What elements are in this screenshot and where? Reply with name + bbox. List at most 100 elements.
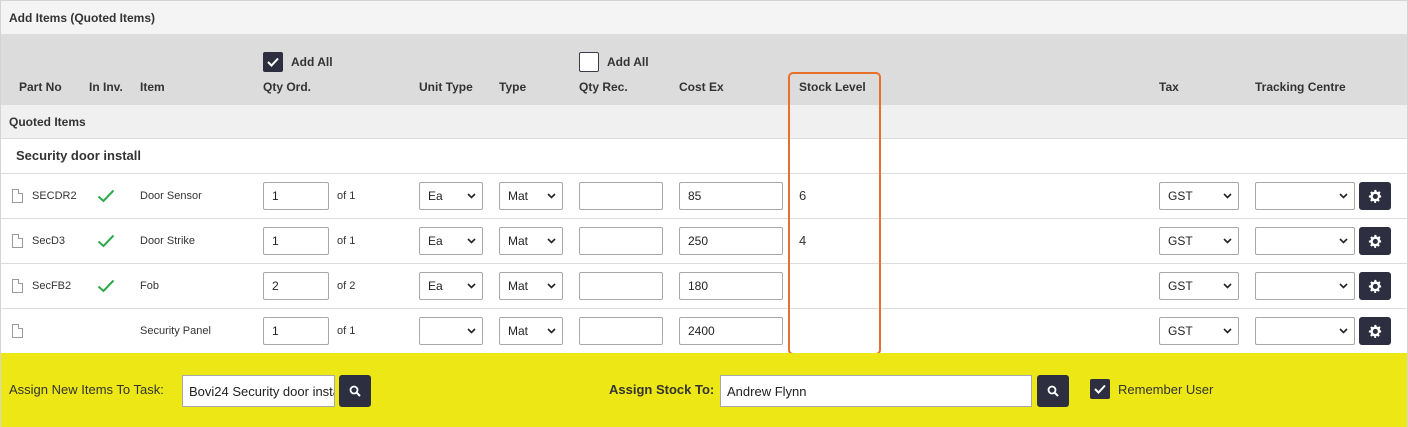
- type-select[interactable]: Mat: [499, 272, 563, 300]
- table-header: Add All Add All Part No In Inv. Item Qty…: [1, 35, 1407, 105]
- add-all-qty-rec-label: Add All: [607, 55, 649, 69]
- row-settings-button[interactable]: [1359, 272, 1391, 300]
- col-cost-ex: Cost Ex: [679, 80, 724, 94]
- unit-type-select[interactable]: Ea: [419, 272, 483, 300]
- type-select[interactable]: Mat: [499, 227, 563, 255]
- footer-bar: Assign New Items To Task: Bovi24 Securit…: [1, 353, 1407, 427]
- chevron-down-icon: [547, 328, 556, 334]
- qty-rec-input[interactable]: [579, 227, 663, 255]
- qty-rec-input[interactable]: [579, 272, 663, 300]
- type-select[interactable]: Mat: [499, 317, 563, 345]
- chevron-down-icon: [547, 283, 556, 289]
- table-row: SECDR2 Door Sensor 1 of 1 Ea Mat 85 6 GST: [1, 174, 1407, 219]
- chevron-down-icon: [1223, 283, 1232, 289]
- tax-select[interactable]: GST: [1159, 227, 1239, 255]
- add-all-qty-ord[interactable]: Add All: [263, 52, 333, 72]
- col-qty-ord: Qty Ord.: [263, 80, 312, 94]
- unit-type-select[interactable]: [419, 317, 483, 345]
- part-doc[interactable]: [12, 219, 23, 263]
- document-icon[interactable]: [12, 189, 23, 203]
- tax-value: GST: [1168, 279, 1193, 293]
- add-all-qty-ord-checkbox[interactable]: [263, 52, 283, 72]
- chevron-down-icon: [467, 193, 476, 199]
- qty-rec-input[interactable]: [579, 317, 663, 345]
- tax-value: GST: [1168, 189, 1193, 203]
- gear-icon: [1368, 189, 1382, 203]
- part-doc[interactable]: [12, 174, 23, 218]
- chevron-down-icon: [1223, 193, 1232, 199]
- add-all-qty-rec[interactable]: Add All: [579, 52, 649, 72]
- add-items-panel: Add Items (Quoted Items) Add All Add All…: [0, 0, 1408, 427]
- tracking-centre-select[interactable]: [1255, 272, 1355, 300]
- checkmark-icon: [97, 189, 115, 203]
- chevron-down-icon: [1223, 238, 1232, 244]
- document-icon[interactable]: [12, 234, 23, 248]
- tax-select[interactable]: GST: [1159, 182, 1239, 210]
- checkmark-icon: [1094, 384, 1106, 394]
- tracking-centre-select[interactable]: [1255, 182, 1355, 210]
- remember-user-checkbox[interactable]: [1090, 379, 1110, 399]
- table-row: SecD3 Door Strike 1 of 1 Ea Mat 250 4 GST: [1, 219, 1407, 264]
- cost-ex-input[interactable]: 180: [679, 272, 783, 300]
- tax-select[interactable]: GST: [1159, 317, 1239, 345]
- assign-stock-input[interactable]: Andrew Flynn: [720, 375, 1032, 407]
- type-value: Mat: [508, 189, 529, 203]
- tracking-centre-select[interactable]: [1255, 317, 1355, 345]
- assign-task-search-button[interactable]: [339, 375, 371, 407]
- chevron-down-icon: [547, 238, 556, 244]
- tax-value: GST: [1168, 324, 1193, 338]
- search-icon: [1047, 385, 1059, 397]
- assign-stock-search-button[interactable]: [1037, 375, 1069, 407]
- add-all-qty-rec-checkbox[interactable]: [579, 52, 599, 72]
- gear-icon: [1368, 234, 1382, 248]
- row-settings-button[interactable]: [1359, 227, 1391, 255]
- document-icon[interactable]: [12, 324, 23, 338]
- row-settings-button[interactable]: [1359, 182, 1391, 210]
- tracking-centre-select[interactable]: [1255, 227, 1355, 255]
- section-quoted-items: Quoted Items: [1, 105, 1407, 139]
- qty-ord-input[interactable]: 1: [263, 227, 329, 255]
- item-name: Fob: [140, 280, 159, 292]
- chevron-down-icon: [547, 193, 556, 199]
- type-select[interactable]: Mat: [499, 182, 563, 210]
- tax-select[interactable]: GST: [1159, 272, 1239, 300]
- chevron-down-icon: [467, 328, 476, 334]
- qty-ord-input[interactable]: 1: [263, 182, 329, 210]
- unit-type-select[interactable]: Ea: [419, 182, 483, 210]
- type-value: Mat: [508, 324, 529, 338]
- part-doc[interactable]: [12, 309, 23, 353]
- assign-stock-label: Assign Stock To:: [609, 382, 715, 397]
- part-no: SecFB2: [32, 280, 72, 292]
- unit-type-value: Ea: [428, 189, 443, 203]
- add-all-qty-ord-label: Add All: [291, 55, 333, 69]
- document-icon[interactable]: [12, 279, 23, 293]
- cost-ex-input[interactable]: 2400: [679, 317, 783, 345]
- qty-ord-input[interactable]: 1: [263, 317, 329, 345]
- part-no: SECDR2: [32, 190, 77, 202]
- qty-ord-input[interactable]: 2: [263, 272, 329, 300]
- chevron-down-icon: [467, 283, 476, 289]
- remember-user[interactable]: Remember User: [1090, 379, 1213, 399]
- col-tax: Tax: [1159, 80, 1179, 94]
- cost-ex-input[interactable]: 85: [679, 182, 783, 210]
- checkmark-icon: [267, 57, 279, 67]
- assign-task-input[interactable]: Bovi24 Security door install: [182, 375, 335, 407]
- chevron-down-icon: [1339, 193, 1348, 199]
- stock-level-value: 6: [799, 188, 807, 203]
- unit-type-select[interactable]: Ea: [419, 227, 483, 255]
- chevron-down-icon: [1223, 328, 1232, 334]
- assign-task-label: Assign New Items To Task:: [9, 382, 164, 397]
- chevron-down-icon: [1339, 328, 1348, 334]
- panel-title: Add Items (Quoted Items): [1, 1, 1407, 35]
- cost-ex-input[interactable]: 250: [679, 227, 783, 255]
- chevron-down-icon: [1339, 283, 1348, 289]
- row-settings-button[interactable]: [1359, 317, 1391, 345]
- qty-rec-input[interactable]: [579, 182, 663, 210]
- unit-type-value: Ea: [428, 279, 443, 293]
- qty-of-text: of 2: [337, 280, 356, 292]
- remember-user-label: Remember User: [1118, 381, 1214, 397]
- tax-value: GST: [1168, 234, 1193, 248]
- qty-of-text: of 1: [337, 235, 356, 247]
- part-doc[interactable]: [12, 264, 23, 308]
- type-value: Mat: [508, 234, 529, 248]
